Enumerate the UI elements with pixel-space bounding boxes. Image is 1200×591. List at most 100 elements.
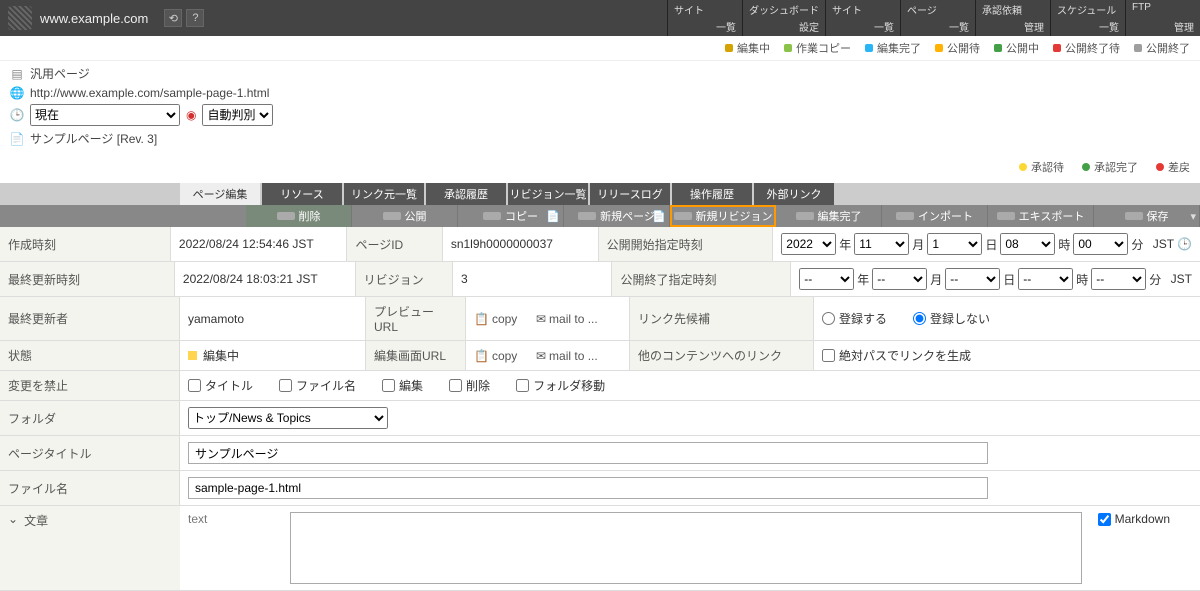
label-updater: 最終更新者 xyxy=(0,297,180,340)
pubend-day[interactable]: -- xyxy=(945,268,1000,290)
pubend-min[interactable]: -- xyxy=(1091,268,1146,290)
pubstart-min[interactable]: 00 xyxy=(1073,233,1128,255)
doc-icon: 📄 xyxy=(652,210,666,223)
value-revision: 3 xyxy=(453,262,612,296)
tab-リビジョン一覧[interactable]: リビジョン一覧 xyxy=(508,183,588,205)
label-created: 作成時刻 xyxy=(0,227,171,261)
radio-register[interactable]: 登録する xyxy=(822,310,887,327)
legend-item: 公開中 xyxy=(994,40,1039,56)
chk-lock-削除[interactable]: 削除 xyxy=(449,377,490,394)
tab-外部リンク[interactable]: 外部リンク xyxy=(754,183,834,205)
record-icon: ◉ xyxy=(186,108,196,122)
legend-item: 編集中 xyxy=(725,40,770,56)
top-tab-1[interactable]: ダッシュボード設定 xyxy=(742,0,825,36)
tab-リンク元一覧[interactable]: リンク元一覧 xyxy=(344,183,424,205)
site-url: www.example.com xyxy=(40,11,148,26)
status-legend: 編集中作業コピー編集完了公開待公開中公開終了待公開終了 xyxy=(0,36,1200,61)
tool-新規ページ[interactable]: 新規ページ📄 xyxy=(564,205,670,227)
top-tab-5[interactable]: スケジュール一覧 xyxy=(1050,0,1125,36)
label-lock: 変更を禁止 xyxy=(0,371,180,400)
radio-no-register[interactable]: 登録しない xyxy=(913,310,990,327)
sample-page-label: サンプルページ [Rev. 3] xyxy=(30,130,157,147)
body-textarea[interactable] xyxy=(290,512,1082,584)
mailto-edit-link[interactable]: ✉ mail to ... xyxy=(536,349,598,363)
filename-input[interactable] xyxy=(188,477,988,499)
top-tab-4[interactable]: 承認依頼管理 xyxy=(975,0,1050,36)
label-other-link: 他のコンテンツへのリンク xyxy=(630,341,814,370)
tool-編集完了[interactable]: 編集完了 xyxy=(776,205,882,227)
pubstart-year[interactable]: 2022 xyxy=(781,233,836,255)
label-title: ページタイトル xyxy=(0,436,180,470)
pubstart-day[interactable]: 1 xyxy=(927,233,982,255)
mailto-preview-link[interactable]: ✉ mail to ... xyxy=(536,312,598,326)
label-body: ⌄文章 xyxy=(0,506,180,590)
label-page-id: ページID xyxy=(347,227,442,261)
label-state: 状態 xyxy=(0,341,180,370)
tool-コピー[interactable]: コピー📄 xyxy=(458,205,564,227)
label-edit-url: 編集画面URL xyxy=(366,341,466,370)
top-tab-0[interactable]: サイト一覧 xyxy=(667,0,742,36)
label-pub-end: 公開終了指定時刻 xyxy=(612,262,791,296)
folder-select[interactable]: トップ/News & Topics xyxy=(188,407,388,429)
toolbar: 削除公開コピー📄新規ページ📄新規リビジョン編集完了インポートエキスポート保存▾ xyxy=(0,205,1200,227)
value-updater: yamamoto xyxy=(180,297,366,340)
label-link-cand: リンク先候補 xyxy=(630,297,814,340)
top-tab-6[interactable]: FTP管理 xyxy=(1125,0,1200,36)
help-icon[interactable]: ? xyxy=(186,9,204,27)
chk-lock-フォルダ移動[interactable]: フォルダ移動 xyxy=(516,377,605,394)
pubend-year[interactable]: -- xyxy=(799,268,854,290)
label-folder: フォルダ xyxy=(0,401,180,435)
tool-新規リビジョン[interactable]: 新規リビジョン xyxy=(670,205,776,227)
legend-item: 作業コピー xyxy=(784,40,851,56)
value-created: 2022/08/24 12:54:46 JST xyxy=(171,227,348,261)
pubstart-hour[interactable]: 08 xyxy=(1000,233,1055,255)
pubstart-month[interactable]: 11 xyxy=(854,233,909,255)
tab-ページ編集[interactable]: ページ編集 xyxy=(180,183,260,205)
top-tab-2[interactable]: サイト一覧 xyxy=(825,0,900,36)
label-pub-start: 公開開始指定時刻 xyxy=(599,227,774,261)
copy-edit-link[interactable]: 📋 copy xyxy=(474,349,517,363)
label-preview-url: プレビューURL xyxy=(366,297,466,340)
clock-icon[interactable]: 🕒 xyxy=(1177,237,1192,251)
top-tab-3[interactable]: ページ一覧 xyxy=(900,0,975,36)
tab-リソース[interactable]: リソース xyxy=(262,183,342,205)
pubend-hour[interactable]: -- xyxy=(1018,268,1073,290)
doc-icon: 📄 xyxy=(546,210,560,223)
legend2-item: 承認待 xyxy=(1019,159,1064,175)
chevron-down-icon[interactable]: ⌄ xyxy=(8,512,18,584)
page-type: 汎用ページ xyxy=(30,65,90,82)
tool-保存[interactable]: 保存▾ xyxy=(1094,205,1200,227)
legend2-item: 承認完了 xyxy=(1082,159,1138,175)
chk-markdown[interactable]: Markdown xyxy=(1098,512,1170,526)
approval-legend: 承認待 承認完了 差戻 xyxy=(0,155,1200,183)
title-input[interactable] xyxy=(188,442,988,464)
state-color-icon xyxy=(188,351,197,360)
tab-リリースログ[interactable]: リリースログ xyxy=(590,183,670,205)
time-select[interactable]: 現在 xyxy=(30,104,180,126)
legend-item: 公開待 xyxy=(935,40,980,56)
tool-エキスポート[interactable]: エキスポート xyxy=(988,205,1094,227)
tab-操作履歴[interactable]: 操作履歴 xyxy=(672,183,752,205)
dropdown-icon[interactable]: ▾ xyxy=(1190,210,1196,223)
tab-strip: ページ編集リソースリンク元一覧承認履歴リビジョン一覧リリースログ操作履歴外部リン… xyxy=(0,183,1200,205)
tool-インポート[interactable]: インポート xyxy=(882,205,988,227)
pubend-month[interactable]: -- xyxy=(872,268,927,290)
tool-削除[interactable]: 削除 xyxy=(246,205,352,227)
legend-item: 公開終了 xyxy=(1134,40,1190,56)
auto-detect-select[interactable]: 自動判別 xyxy=(202,104,273,126)
tool-公開[interactable]: 公開 xyxy=(352,205,458,227)
label-revision: リビジョン xyxy=(356,262,453,296)
chk-lock-ファイル名[interactable]: ファイル名 xyxy=(279,377,356,394)
top-bar: www.example.com ⟲ ? サイト一覧ダッシュボード設定サイト一覧ペ… xyxy=(0,0,1200,36)
chk-lock-編集[interactable]: 編集 xyxy=(382,377,423,394)
value-state: 編集中 xyxy=(203,347,239,364)
chk-absolute-path[interactable]: 絶対パスでリンクを生成 xyxy=(822,347,971,364)
copy-preview-link[interactable]: 📋 copy xyxy=(474,312,517,326)
tab-承認履歴[interactable]: 承認履歴 xyxy=(426,183,506,205)
legend2-item: 差戻 xyxy=(1156,159,1190,175)
reload-icon[interactable]: ⟲ xyxy=(164,9,182,27)
chk-lock-タイトル[interactable]: タイトル xyxy=(188,377,253,394)
value-page-id: sn1l9h0000000037 xyxy=(443,227,599,261)
page-full-url: http://www.example.com/sample-page-1.htm… xyxy=(30,86,269,100)
legend-item: 編集完了 xyxy=(865,40,921,56)
